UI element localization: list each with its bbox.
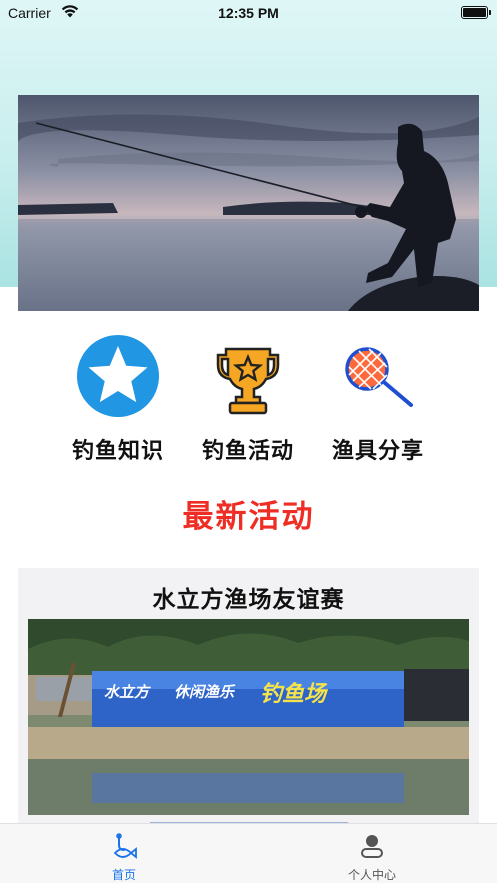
tab-bar: 首页 个人中心 [0,823,497,883]
menu-item-label: 钓鱼活动 [201,439,294,464]
activity-card[interactable]: 水立方渔场友谊赛 水立方 休闲渔乐 钓鱼场 [18,568,479,838]
battery-icon [461,6,491,19]
tab-home[interactable]: 首页 [0,824,248,883]
activity-image[interactable]: 水立方 休闲渔乐 钓鱼场 [28,619,469,815]
menu-item-label: 渔具分享 [331,439,424,464]
banner-image[interactable] [18,95,479,311]
fish-hook-icon [113,833,137,859]
section-title: 最新活动 [182,499,315,535]
fishing-net-icon [345,347,413,407]
sign-text-right: 钓鱼场 [260,681,329,707]
menu-item-fishing-activities[interactable]: 钓鱼活动 [183,333,313,465]
trophy-icon [216,347,280,415]
user-icon [361,835,383,858]
menu-row: 钓鱼知识 钓鱼活动 渔具分享 [0,333,497,465]
menu-item-fishing-knowledge[interactable]: 钓鱼知识 [53,333,183,465]
tab-label: 个人中心 [347,868,396,882]
sign-text-mid: 休闲渔乐 [174,683,236,701]
fishing-pond-photo: 水立方 休闲渔乐 钓鱼场 [28,619,469,815]
fishing-silhouette-photo [18,95,479,311]
tab-label: 首页 [111,868,136,882]
clock: 12:35 PM [218,5,279,21]
tab-profile[interactable]: 个人中心 [248,824,496,883]
menu-item-gear-sharing[interactable]: 渔具分享 [313,333,443,465]
sign-text-left: 水立方 [104,683,151,701]
status-bar: Carrier 12:35 PM [0,0,497,26]
star-icon [77,335,159,417]
activity-title: 水立方渔场友谊赛 [152,587,345,613]
menu-item-label: 钓鱼知识 [71,439,164,464]
